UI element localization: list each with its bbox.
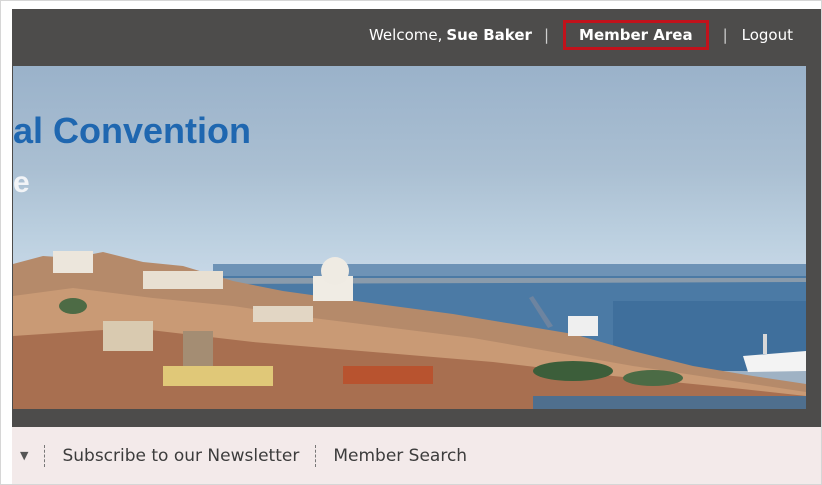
nav-item-newsletter[interactable]: Subscribe to our Newsletter xyxy=(62,446,299,466)
separator: | xyxy=(722,26,728,44)
hero-subtitle: e xyxy=(13,166,30,199)
page-frame: Welcome, Sue Baker | Member Area | Logou… xyxy=(0,0,822,485)
user-name: Sue Baker xyxy=(446,26,532,44)
logout-link[interactable]: Logout xyxy=(742,26,793,44)
nav-separator xyxy=(44,444,46,467)
user-menu: Welcome, Sue Baker | Member Area | Logou… xyxy=(368,20,793,50)
nav-item-member-search[interactable]: Member Search xyxy=(333,446,467,466)
hero-banner: al Convention e xyxy=(13,66,806,409)
member-area-link[interactable]: Member Area xyxy=(563,20,709,50)
secondary-nav: ▼ Subscribe to our Newsletter Member Sea… xyxy=(12,427,821,484)
welcome-text: Welcome, xyxy=(368,26,443,44)
hero-title: al Convention xyxy=(13,110,252,151)
caret-down-icon[interactable]: ▼ xyxy=(20,449,28,462)
separator: | xyxy=(543,26,550,44)
nav-separator xyxy=(315,444,317,467)
